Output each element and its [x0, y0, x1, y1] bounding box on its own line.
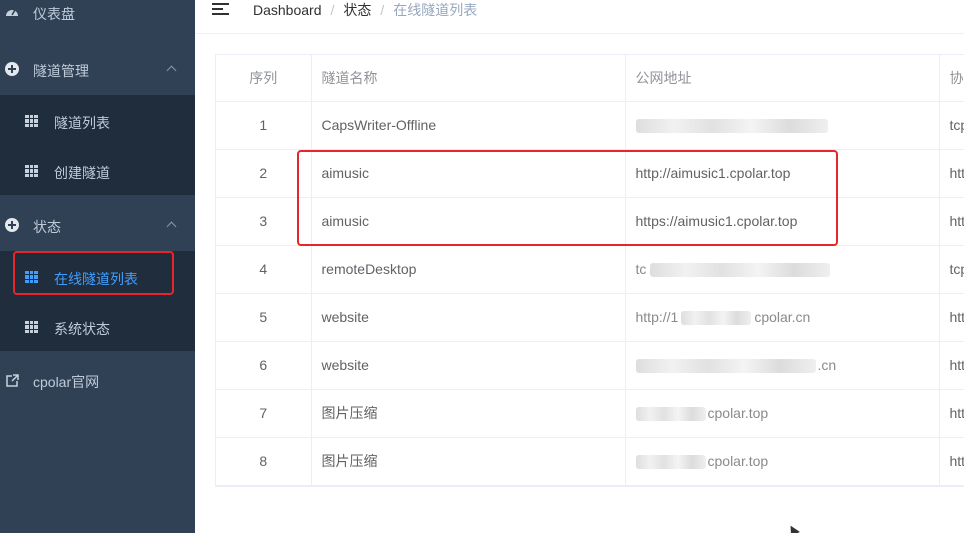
tunnel-name: CapsWriter-Offline — [311, 101, 626, 150]
grid-icon — [25, 115, 38, 127]
table-row: 4 remoteDesktop tc tcp — [216, 245, 964, 294]
sidebar: 仪表盘 隧道管理 隧道列表 创建隧道 状态 在线隧道列表 系统状态 cpolar… — [0, 0, 195, 533]
table-row: 5 website http://1 cpolar.cn http — [216, 293, 964, 342]
protocol: http — [939, 149, 964, 198]
public-url-redacted — [625, 101, 940, 150]
row-index: 8 — [216, 437, 312, 486]
chevron-up-icon — [166, 65, 177, 76]
mouse-cursor-icon — [786, 523, 800, 533]
plus-circle-icon — [5, 62, 19, 76]
sidebar-item-status[interactable]: 状态 — [0, 203, 195, 247]
breadcrumb-separator: / — [380, 2, 385, 18]
protocol: http — [939, 341, 964, 390]
breadcrumb-separator: / — [330, 2, 335, 18]
sidebar-item-cpolar-site[interactable]: cpolar官网 — [0, 358, 195, 402]
tunnel-name: 图片压缩 — [311, 437, 626, 486]
tunnel-table: 序列 隧道名称 公网地址 协 1 CapsWriter-Offline tcp … — [215, 54, 964, 487]
chevron-up-icon — [166, 221, 177, 232]
column-header-name: 隧道名称 — [311, 55, 626, 102]
row-index: 7 — [216, 389, 312, 438]
highlight-annotation — [297, 150, 838, 246]
row-index: 4 — [216, 245, 312, 294]
sidebar-item-label: cpolar官网 — [33, 374, 100, 390]
table-row: 7 图片压缩 cpolar.top http — [216, 389, 964, 438]
tunnel-name: website — [311, 341, 626, 390]
sidebar-item-tunnel-list[interactable]: 隧道列表 — [0, 99, 195, 143]
table-header-row: 序列 隧道名称 公网地址 协 — [216, 55, 964, 102]
column-header-protocol: 协 — [939, 55, 964, 102]
protocol: tcp — [939, 101, 964, 150]
breadcrumb-current: 在线隧道列表 — [393, 2, 478, 18]
sidebar-item-create-tunnel[interactable]: 创建隧道 — [0, 149, 195, 193]
protocol: http — [939, 293, 964, 342]
breadcrumb-parent[interactable]: 状态 — [343, 2, 371, 18]
navbar: Dashboard / 状态 / 在线隧道列表 — [195, 0, 964, 34]
protocol: http — [939, 197, 964, 246]
url-fragment: cpolar.top — [707, 452, 769, 469]
dashboard-icon — [5, 4, 19, 18]
sidebar-item-label: 隧道管理 — [33, 63, 89, 79]
sidebar-item-dashboard[interactable]: 仪表盘 — [0, 0, 195, 26]
sidebar-item-label: 状态 — [33, 219, 61, 235]
row-index: 6 — [216, 341, 312, 390]
sidebar-item-tunnel-management[interactable]: 隧道管理 — [0, 47, 195, 91]
plus-circle-icon — [5, 218, 19, 232]
public-url-redacted: cpolar.top — [625, 437, 940, 486]
tunnel-name: website — [311, 293, 626, 342]
sidebar-item-label: 系统状态 — [54, 321, 110, 337]
table-row: 6 website .cn http — [216, 341, 964, 390]
sidebar-item-label: 创建隧道 — [54, 165, 110, 181]
sidebar-item-label: 仪表盘 — [33, 6, 75, 22]
public-url-redacted: http://1 cpolar.cn — [625, 293, 940, 342]
grid-icon — [25, 321, 38, 333]
protocol: http — [939, 389, 964, 438]
row-index: 5 — [216, 293, 312, 342]
public-url-redacted: tc — [625, 245, 940, 294]
breadcrumb-home[interactable]: Dashboard — [253, 2, 322, 18]
url-fragment: .cn — [817, 356, 837, 373]
hamburger-icon[interactable] — [212, 3, 229, 15]
url-fragment: tc — [635, 260, 647, 277]
tunnel-name: remoteDesktop — [311, 245, 626, 294]
breadcrumb: Dashboard / 状态 / 在线隧道列表 — [253, 0, 477, 20]
url-fragment: http://1 — [635, 308, 679, 325]
url-fragment: cpolar.top — [707, 404, 769, 421]
row-index: 1 — [216, 101, 312, 150]
protocol: tcp — [939, 245, 964, 294]
column-header-url: 公网地址 — [625, 55, 940, 102]
sidebar-item-label: 隧道列表 — [54, 115, 110, 131]
public-url-redacted: .cn — [625, 341, 940, 390]
url-fragment: cpolar.cn — [754, 308, 811, 325]
tunnel-name: 图片压缩 — [311, 389, 626, 438]
external-link-icon — [5, 373, 19, 387]
grid-icon — [25, 165, 38, 177]
table-row: 1 CapsWriter-Offline tcp — [216, 101, 964, 150]
protocol: http — [939, 437, 964, 486]
column-header-index: 序列 — [216, 55, 312, 102]
table-row: 8 图片压缩 cpolar.top http — [216, 437, 964, 486]
highlight-annotation — [13, 251, 174, 295]
public-url-redacted: cpolar.top — [625, 389, 940, 438]
sidebar-item-system-status[interactable]: 系统状态 — [0, 305, 195, 349]
